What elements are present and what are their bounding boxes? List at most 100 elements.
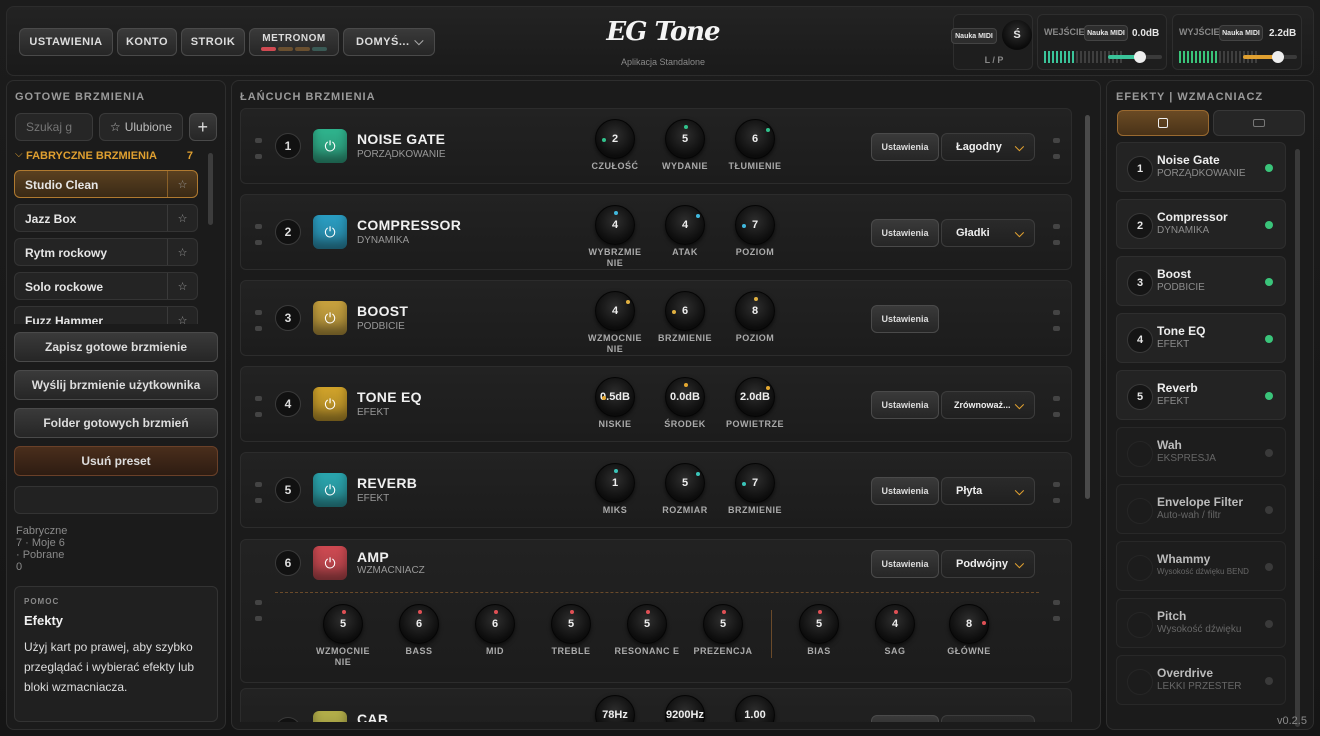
drag-handle[interactable] — [255, 396, 262, 401]
drag-handle[interactable] — [1053, 412, 1060, 417]
preset-item-fuzz-hammer[interactable]: Fuzz Hammer ☆ — [14, 306, 198, 324]
effect-card-whammy[interactable]: Whammy Wysokość dźwięku BEND — [1116, 541, 1286, 591]
knob[interactable]: 1 — [595, 463, 635, 503]
preset-dropdown[interactable]: DOMYŚ... ⌵ — [343, 28, 435, 56]
favorites-button[interactable]: ☆ Ulubione — [99, 113, 183, 141]
drag-handle[interactable] — [1053, 154, 1060, 159]
star-icon[interactable]: ☆ — [167, 273, 197, 299]
settings-button[interactable]: USTAWIENIA — [19, 28, 113, 56]
amp-knob[interactable]: 4 — [875, 604, 915, 644]
input-midi-learn[interactable]: Nauka MIDI — [1084, 25, 1128, 41]
chain-scrollbar[interactable] — [1085, 115, 1090, 499]
amp-knob[interactable]: 5 — [703, 604, 743, 644]
knob[interactable]: 4 — [665, 205, 705, 245]
amp-mode-select[interactable]: Podwójny ⌵ — [941, 550, 1035, 578]
effect-card-tone-eq[interactable]: 4 Tone EQ EFEKT — [1116, 313, 1286, 363]
preset-item-rock-solo[interactable]: Solo rockowe ☆ — [14, 272, 198, 300]
drag-handle[interactable] — [255, 310, 262, 315]
knob[interactable]: 2 — [595, 119, 635, 159]
amp-knob[interactable]: 5 — [551, 604, 591, 644]
add-preset-button[interactable]: + — [189, 113, 217, 141]
effect-card-overdrive[interactable]: Overdrive LEKKI PRZESTER — [1116, 655, 1286, 705]
block-settings-button[interactable]: Ustawienia — [871, 133, 939, 161]
drag-handle[interactable] — [255, 616, 262, 621]
knob[interactable]: 8 — [735, 291, 775, 331]
drag-handle[interactable] — [1053, 224, 1060, 229]
block-mode-select[interactable]: Zrównoważ... ⌵ — [941, 391, 1035, 419]
delete-preset-button[interactable]: Usuń preset — [14, 446, 218, 476]
input-slider-thumb[interactable] — [1134, 51, 1147, 63]
effects-scrollbar[interactable] — [1295, 149, 1300, 727]
power-icon[interactable]: ⏻ — [313, 387, 347, 421]
drag-handle[interactable] — [1053, 482, 1060, 487]
block-mode-select[interactable]: Gładki ⌵ — [941, 219, 1035, 247]
knob[interactable]: 5 — [665, 119, 705, 159]
drag-handle[interactable] — [1053, 138, 1060, 143]
factory-group-header[interactable]: ⌵ FABRYCZNE BRZMIENIA 7 — [15, 149, 195, 163]
block-mode-select[interactable]: Łagodny ⌵ — [941, 133, 1035, 161]
drag-handle[interactable] — [255, 240, 262, 245]
power-icon[interactable]: ⏻ — [313, 215, 347, 249]
drag-handle[interactable] — [255, 412, 262, 417]
amp-knob[interactable]: 8 — [949, 604, 989, 644]
drag-handle[interactable] — [1053, 310, 1060, 315]
star-icon[interactable]: ☆ — [167, 205, 197, 231]
drag-handle[interactable] — [255, 600, 262, 605]
power-icon[interactable]: ⏻ — [313, 301, 347, 335]
preset-item-studio-clean[interactable]: Studio Clean ☆ — [14, 170, 198, 198]
preset-list-scrollbar[interactable] — [208, 153, 213, 225]
star-icon[interactable]: ☆ — [167, 171, 197, 197]
drag-handle[interactable] — [255, 224, 262, 229]
tab-amplifier[interactable] — [1213, 110, 1305, 136]
tuner-button[interactable]: STROIK — [181, 28, 245, 56]
cab-select[interactable] — [941, 715, 1035, 722]
preset-name-field[interactable] — [14, 486, 218, 514]
balance-midi-learn[interactable]: Nauka MIDI — [951, 28, 997, 44]
drag-handle[interactable] — [255, 138, 262, 143]
preset-search-input[interactable] — [15, 113, 93, 141]
power-icon[interactable]: ⏻ — [313, 129, 347, 163]
amp-knob[interactable]: 5 — [627, 604, 667, 644]
effect-card-boost[interactable]: 3 Boost PODBICIE — [1116, 256, 1286, 306]
metronome-button[interactable]: METRONOM — [249, 28, 339, 56]
drag-handle[interactable] — [255, 498, 262, 503]
account-button[interactable]: KONTO — [117, 28, 177, 56]
drag-handle[interactable] — [1053, 240, 1060, 245]
block-mode-select[interactable]: Płyta ⌵ — [941, 477, 1035, 505]
drag-handle[interactable] — [1053, 326, 1060, 331]
knob[interactable]: 0.5dB — [595, 377, 635, 417]
output-midi-learn[interactable]: Nauka MIDI — [1219, 25, 1263, 41]
knob[interactable]: 6 — [665, 291, 705, 331]
preset-item-rock-rhythm[interactable]: Rytm rockowy ☆ — [14, 238, 198, 266]
amp-knob[interactable]: 6 — [399, 604, 439, 644]
knob[interactable]: 4 — [595, 291, 635, 331]
knob[interactable]: 7 — [735, 205, 775, 245]
drag-handle[interactable] — [255, 482, 262, 487]
block-settings-button[interactable]: Ustawienia — [871, 391, 939, 419]
amp-settings-button[interactable]: Ustawienia — [871, 550, 939, 578]
preset-item-jazz-box[interactable]: Jazz Box ☆ — [14, 204, 198, 232]
power-icon[interactable]: ⏻ — [313, 546, 347, 580]
star-icon[interactable]: ☆ — [167, 307, 197, 324]
knob[interactable]: 6 — [735, 119, 775, 159]
drag-handle[interactable] — [255, 326, 262, 331]
input-slider[interactable] — [1108, 51, 1162, 63]
power-icon[interactable]: ⏻ — [313, 473, 347, 507]
amp-knob[interactable]: 5 — [799, 604, 839, 644]
balance-knob[interactable]: Ś — [1002, 20, 1032, 50]
drag-handle[interactable] — [255, 154, 262, 159]
effect-card-envelope-filter[interactable]: Envelope Filter Auto-wah / filtr — [1116, 484, 1286, 534]
save-preset-button[interactable]: Zapisz gotowe brzmienie — [14, 332, 218, 362]
power-icon[interactable] — [313, 711, 347, 722]
cab-knob-3[interactable]: 1.00 — [735, 695, 775, 722]
effect-card-wah[interactable]: Wah EKSPRESJA — [1116, 427, 1286, 477]
knob[interactable]: 0.0dB — [665, 377, 705, 417]
drag-handle[interactable] — [1053, 396, 1060, 401]
effect-card-reverb[interactable]: 5 Reverb EFEKT — [1116, 370, 1286, 420]
send-preset-button[interactable]: Wyślij brzmienie użytkownika — [14, 370, 218, 400]
preset-folder-button[interactable]: Folder gotowych brzmień — [14, 408, 218, 438]
block-settings-button[interactable]: Ustawienia — [871, 305, 939, 333]
cab-knob-2[interactable]: 9200Hz — [665, 695, 705, 722]
knob[interactable]: 7 — [735, 463, 775, 503]
knob[interactable]: 2.0dB — [735, 377, 775, 417]
